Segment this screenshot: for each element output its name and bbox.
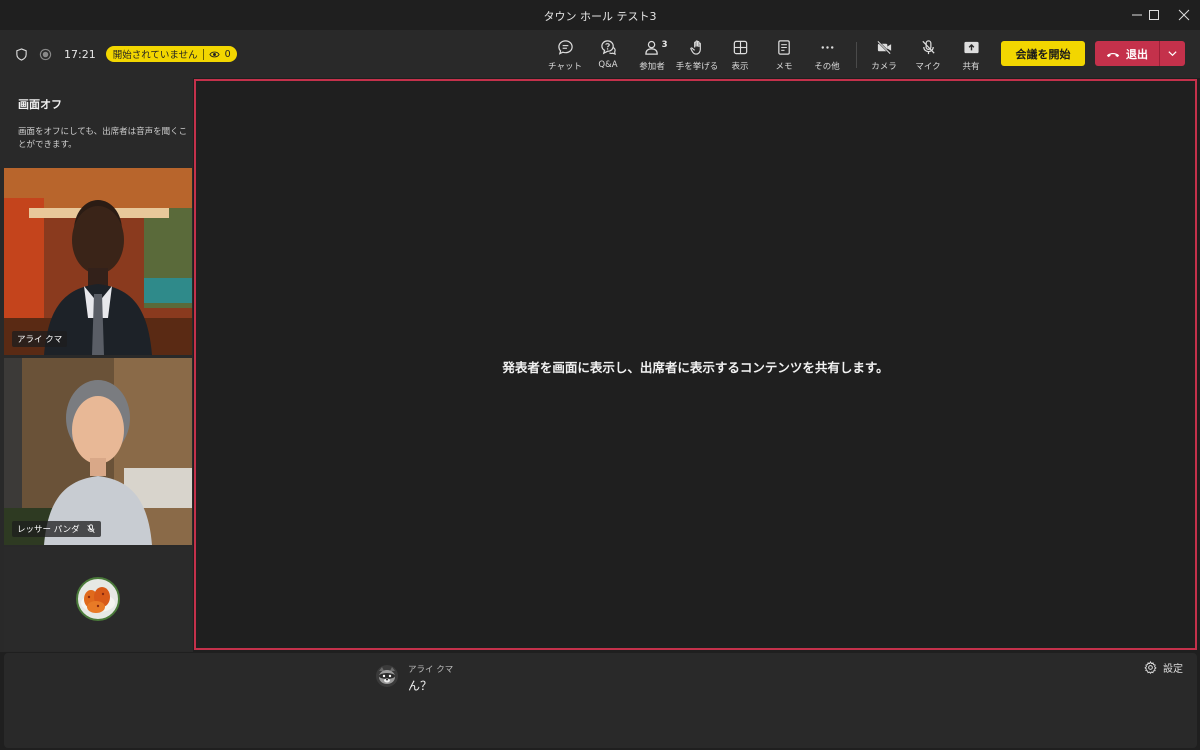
notes-icon [777, 39, 790, 55]
left-panel: 画面オフ 画面をオフにしても、出席者は音声を聞くことができます。 アライ クマ [0, 78, 193, 652]
chat-icon [557, 39, 573, 55]
toolbar-divider [856, 42, 857, 68]
mic-button[interactable]: マイク [906, 37, 950, 75]
chat-sender-name: アライ クマ [408, 665, 454, 675]
shield-icon[interactable] [14, 47, 28, 61]
leave-button[interactable]: 退出 [1095, 41, 1159, 66]
maximize-button[interactable] [1139, 0, 1169, 30]
mic-off-icon [921, 39, 935, 54]
share-button[interactable]: 共有 [949, 37, 993, 75]
bottom-bar: アライ クマ ん？ 設定 [4, 653, 1197, 748]
leave-label: 退出 [1126, 47, 1148, 61]
participants-button[interactable]: 3 参加者 [630, 37, 674, 75]
settings-label: 設定 [1163, 664, 1183, 675]
raise-hand-button[interactable]: 手を挙げる [675, 37, 719, 75]
raise-hand-icon [689, 39, 701, 55]
avatar [76, 577, 120, 621]
view-button[interactable]: 表示 [718, 37, 762, 75]
status-badge: 開始されていません 0 [105, 46, 237, 62]
window-title: タウン ホール テスト3 [543, 10, 657, 23]
close-button[interactable] [1169, 0, 1199, 30]
settings-button[interactable]: 設定 [1144, 660, 1183, 675]
participant-name-tag: アライ クマ [12, 331, 68, 347]
meeting-time: 17:21 [64, 47, 96, 61]
camera-off-icon [876, 40, 891, 54]
participant-tile[interactable]: アライ クマ [4, 168, 192, 355]
chat-avatar [376, 665, 398, 687]
start-meeting-button[interactable]: 会議を開始 [1001, 41, 1085, 66]
participant-tile[interactable]: レッサー パンダ [4, 358, 192, 545]
mic-off-icon [86, 524, 95, 534]
close-icon [1178, 9, 1190, 21]
participant-count-badge: 3 [661, 40, 668, 50]
status-text: 開始されていません [112, 50, 198, 61]
title-bar: タウン ホール テスト3 [0, 0, 1200, 30]
view-icon [733, 40, 747, 54]
presenter-stage[interactable]: 発表者を画面に表示し、出席者に表示するコンテンツを共有します。 [194, 79, 1197, 650]
panel-title: 画面オフ [18, 98, 62, 111]
participant-video [4, 168, 192, 355]
participant-name-tag: レッサー パンダ [12, 521, 101, 537]
participant-video [4, 358, 192, 545]
camera-button[interactable]: カメラ [862, 37, 906, 75]
share-icon [963, 41, 979, 53]
more-button[interactable]: その他 [805, 37, 849, 75]
viewer-count: 0 [224, 48, 231, 60]
participant-tile[interactable] [4, 547, 192, 651]
chevron-down-icon [1168, 51, 1177, 57]
panel-description: 画面をオフにしても、出席者は音声を聞くことができます。 [18, 127, 188, 150]
chat-message: ん？ [408, 679, 433, 693]
stage-message: 発表者を画面に表示し、出席者に表示するコンテンツを共有します。 [502, 360, 889, 375]
leave-button-group: 退出 [1095, 41, 1185, 66]
qa-icon [600, 39, 616, 55]
chat-button[interactable]: チャット [543, 37, 587, 75]
more-icon [821, 45, 833, 49]
people-icon [644, 40, 658, 55]
leave-options-button[interactable] [1160, 41, 1185, 66]
maximize-icon [1149, 10, 1159, 20]
notes-button[interactable]: メモ [762, 37, 806, 75]
hangup-icon [1106, 52, 1120, 57]
qa-button[interactable]: Q&A [586, 37, 630, 75]
recording-icon[interactable] [38, 47, 52, 61]
eye-icon [209, 51, 220, 57]
gear-icon [1144, 661, 1157, 674]
